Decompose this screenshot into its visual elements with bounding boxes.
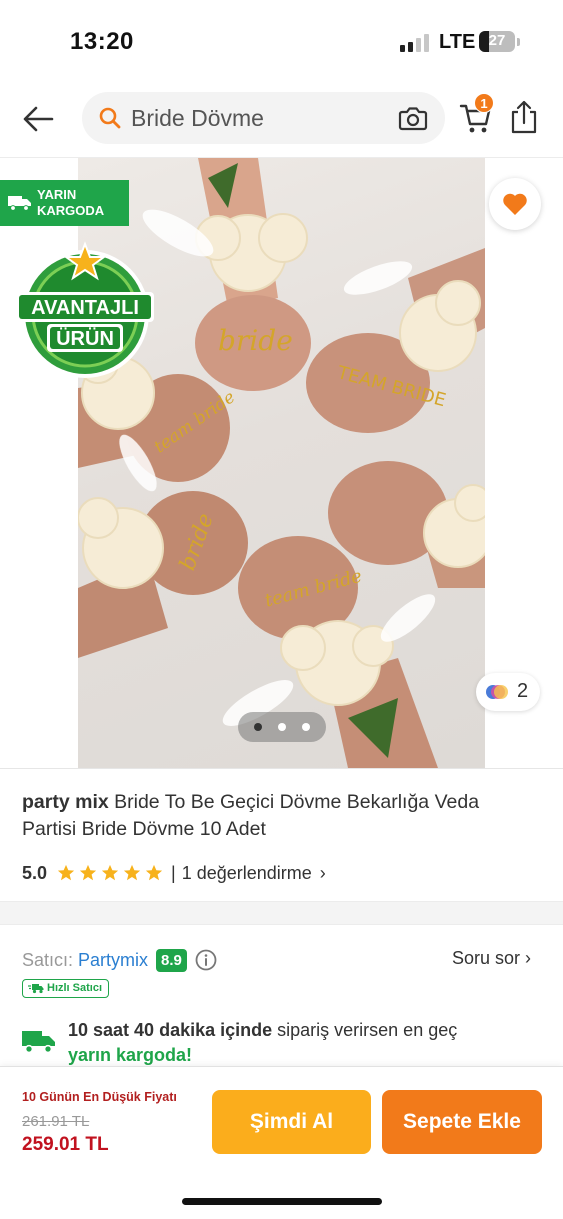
delivery-promise: yarın kargoda! [68,1045,193,1065]
favorite-button[interactable] [489,178,541,230]
fast-seller-badge: Hızlı Satıcı [22,979,110,998]
truck-icon [8,196,31,211]
promo-badge-line2: ÜRÜN [56,327,114,350]
rating-stars [57,864,163,882]
star-icon [101,864,119,881]
delivery-truck-icon [22,1031,55,1054]
star-icon [145,864,163,881]
star-icon [123,864,141,881]
review-count-link[interactable]: 1 değerlendirme [182,863,312,884]
seller-score-badge: 8.9 [156,948,187,972]
cargo-badge-line1: YARIN [37,187,77,202]
pager-dot-3[interactable] [302,723,310,731]
top-navigation: Bride Dövme 1 [0,80,563,158]
home-indicator[interactable] [182,1198,382,1205]
seller-name-link[interactable]: Partymix [78,950,148,971]
rating-row[interactable]: 5.0 | 1 değerlendirme › [22,860,326,886]
search-icon [99,107,121,129]
share-icon [511,100,537,134]
share-button[interactable] [508,99,540,135]
purchase-bar: 10 Günün En Düşük Fiyatı 261.91 TL 259.0… [0,1066,563,1219]
signal-icon [400,34,429,52]
current-price: 259.01 TL [22,1134,109,1155]
heart-icon [503,193,527,215]
search-input[interactable]: Bride Dövme [131,105,264,132]
cart-count-badge: 1 [474,93,494,113]
section-separator [0,901,563,925]
delivery-time-left: 10 saat 40 dakika içinde [68,1020,273,1040]
back-button[interactable] [20,100,58,138]
status-bar: 13:20 LTE 27 [0,0,563,80]
product-gallery[interactable]: bride TEAM BRIDE team bride bride team b… [0,158,563,768]
star-icon [79,864,97,881]
buy-now-button[interactable]: Şimdi Al [212,1090,371,1154]
cargo-badge-line2: KARGODA [37,203,105,218]
fast-seller-label: Hızlı Satıcı [47,982,103,994]
info-icon[interactable] [195,949,217,971]
battery-cap [517,38,520,46]
rating-separator: | [171,862,176,883]
product-title: party mix Bride To Be Geçici Dövme Bekar… [22,789,532,843]
camera-icon[interactable] [398,104,428,132]
pager-dot-1[interactable] [254,723,262,731]
pager-dot-2[interactable] [278,723,286,731]
delivery-countdown: 10 saat 40 dakika içinde sipariş verirse… [68,1020,457,1041]
network-label: LTE [439,31,476,53]
advantage-product-badge: AVANTAJLI ÜRÜN [16,241,154,378]
chevron-right-icon: › [319,862,326,883]
seller-info: Satıcı: Partymix 8.9 [22,946,217,974]
variant-count: 2 [517,680,529,702]
add-to-cart-button[interactable]: Sepete Ekle [382,1090,542,1154]
delivery-condition: sipariş verirsen en geç [272,1020,458,1040]
color-variants-button[interactable]: 2 [476,673,540,711]
product-brand[interactable]: party mix [22,791,109,813]
next-day-cargo-badge: YARIN KARGODA [0,180,129,226]
color-circles-icon [486,685,508,699]
ask-question-button[interactable]: Soru sor › [452,948,531,969]
arrow-left-icon [23,106,54,132]
divider [0,768,563,769]
tattoo-bride-1: bride [218,324,293,357]
old-price: 261.91 TL [22,1113,90,1130]
battery-level: 27 [488,32,506,49]
lowest-price-label: 10 Günün En Düşük Fiyatı [22,1090,177,1104]
rating-value: 5.0 [22,862,48,883]
star-icon [57,864,75,881]
status-time: 13:20 [70,28,134,55]
image-pager[interactable] [238,712,326,742]
promo-badge-line1: AVANTAJLI [31,297,139,319]
battery-icon: 27 [479,31,515,52]
seller-label: Satıcı: [22,949,74,970]
search-bar[interactable]: Bride Dövme [82,92,445,144]
fast-truck-icon [28,984,44,994]
